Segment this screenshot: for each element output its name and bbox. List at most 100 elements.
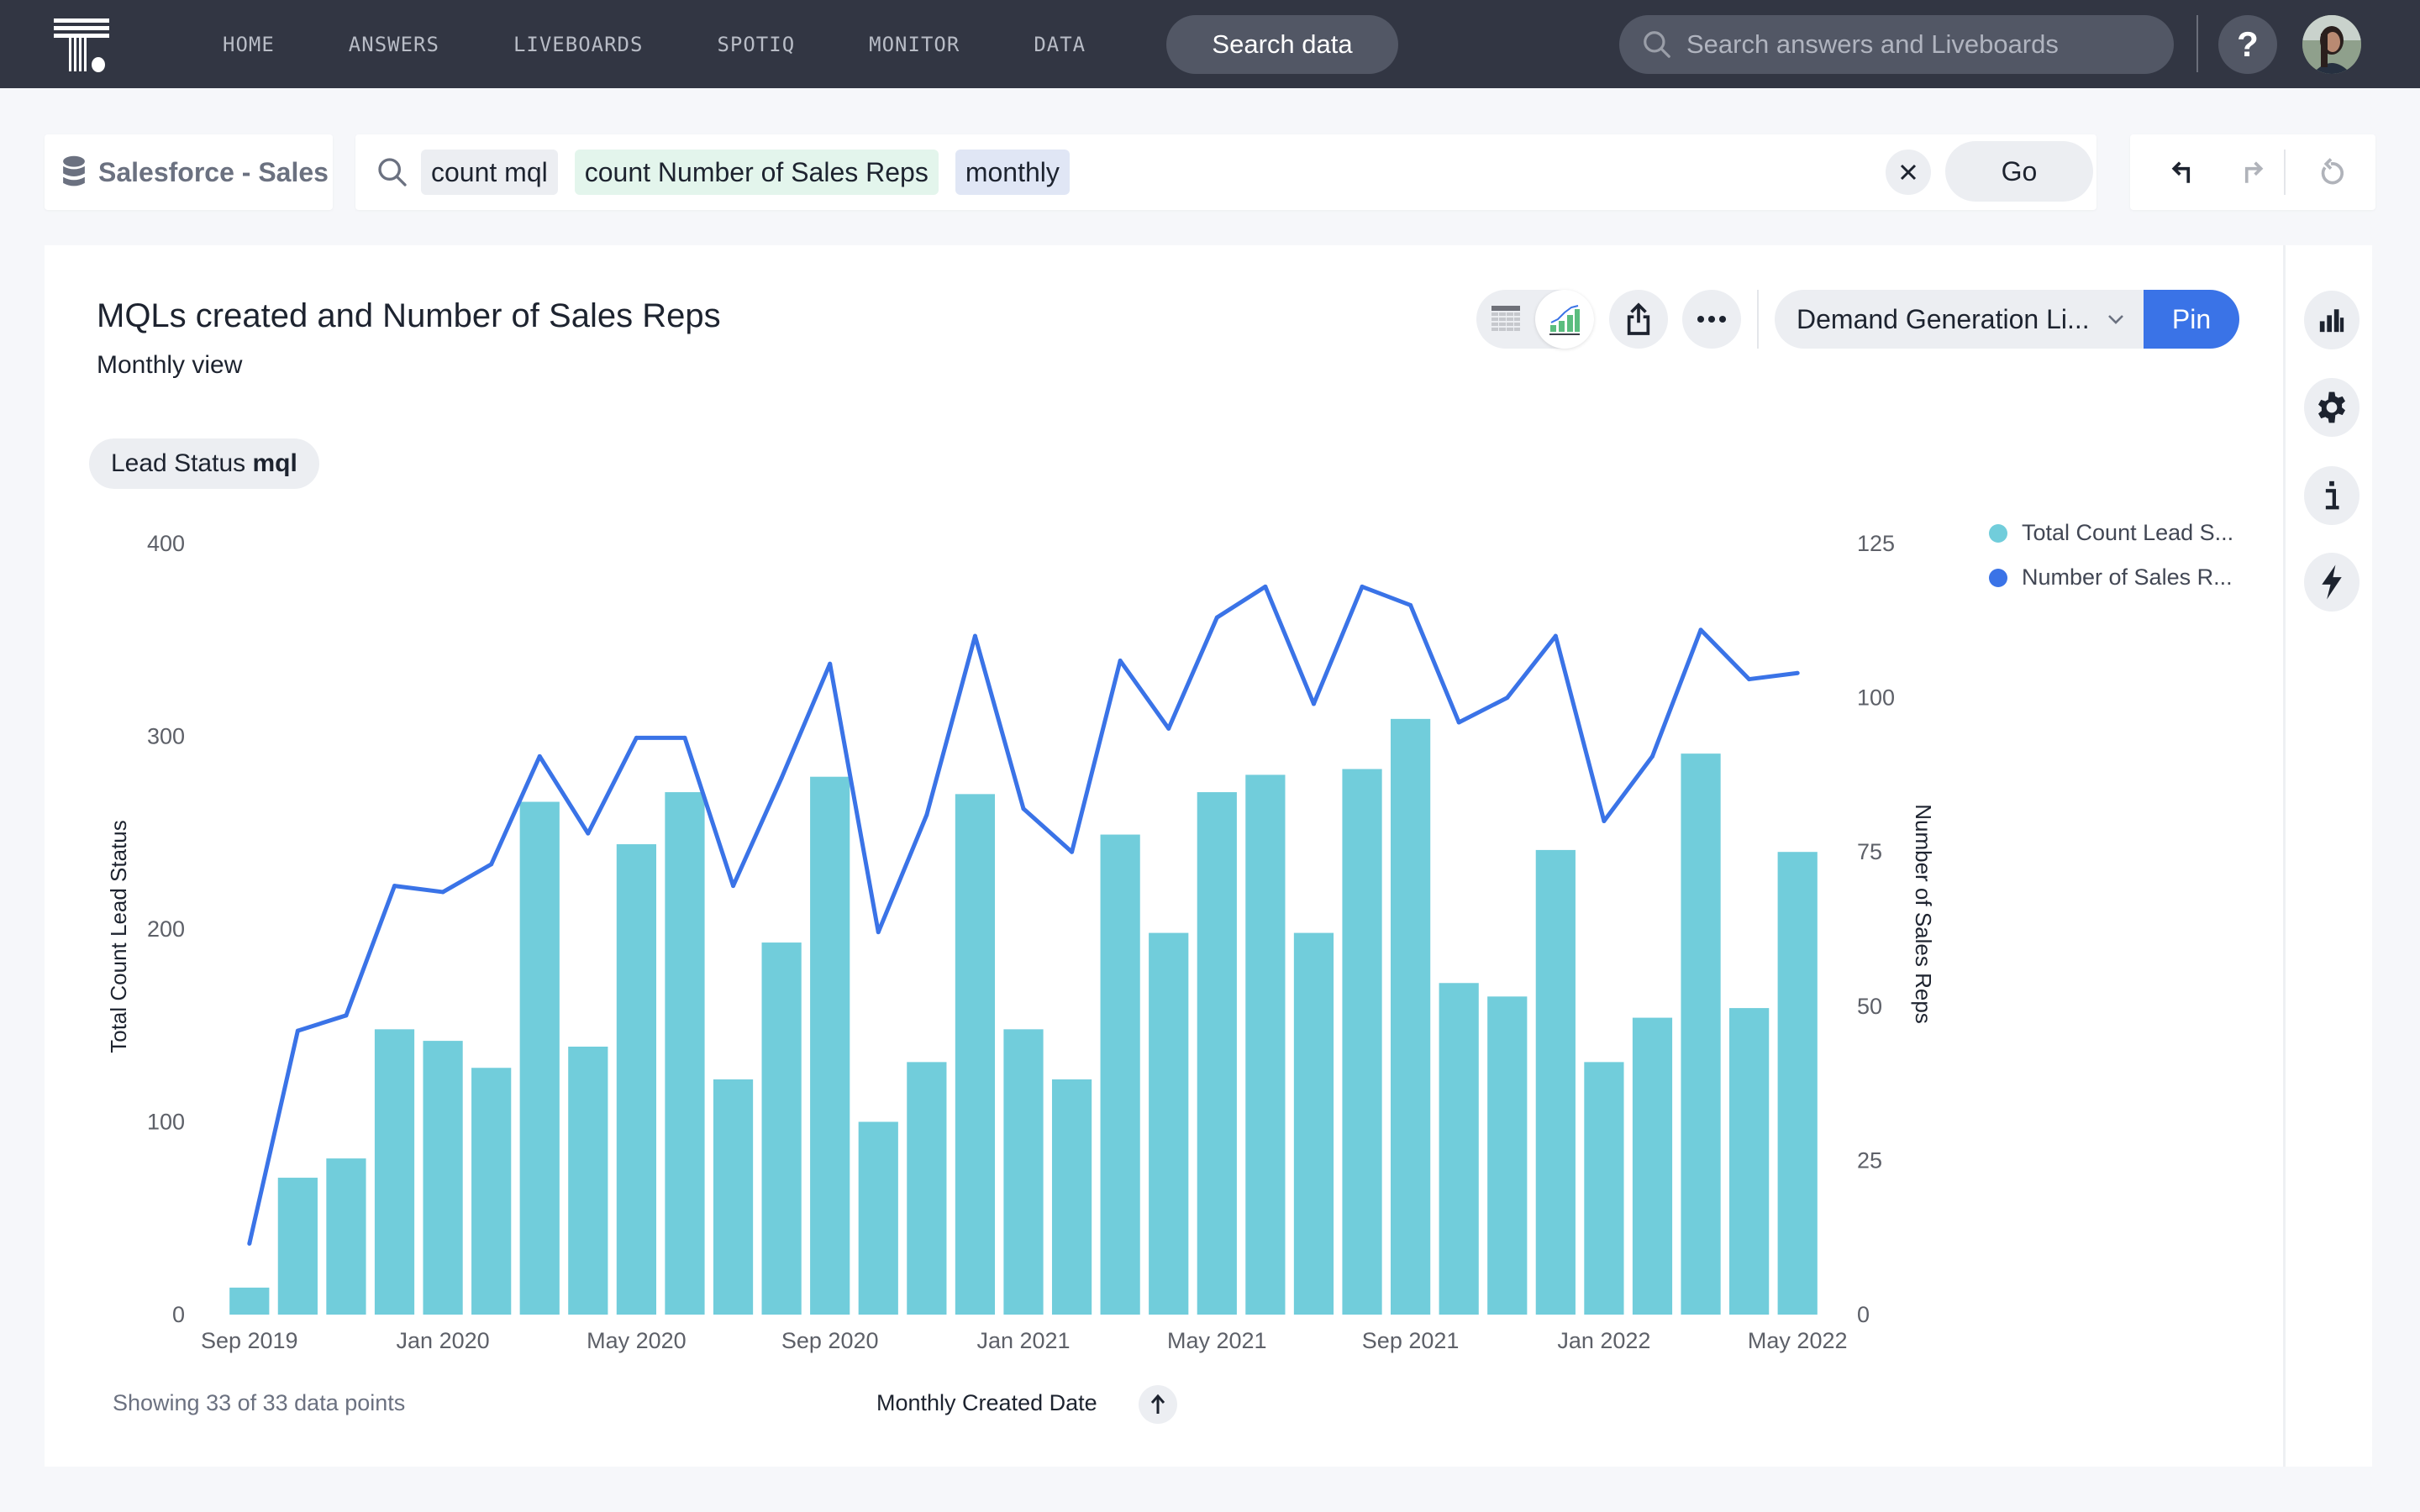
search-data-button[interactable]: Search data — [1166, 15, 1398, 74]
bar[interactable] — [277, 1178, 318, 1315]
bar[interactable] — [1681, 753, 1721, 1315]
bar[interactable] — [858, 1121, 898, 1315]
data-source-label: Salesforce - Sales — [98, 156, 329, 187]
liveboard-select-value: Demand Generation Li... — [1797, 303, 2090, 334]
nav-liveboards[interactable]: LIVEBOARDS — [513, 33, 644, 56]
bar[interactable] — [1051, 1079, 1092, 1315]
nav-spotiq[interactable]: SPOTIQ — [717, 33, 795, 56]
table-view-button[interactable] — [1476, 290, 1535, 349]
global-search-box[interactable] — [1619, 15, 2174, 74]
reset-icon — [2321, 158, 2344, 185]
bar[interactable] — [665, 792, 705, 1315]
bar[interactable] — [519, 801, 560, 1315]
bar[interactable] — [1777, 852, 1818, 1315]
data-source-selector[interactable]: Salesforce - Sales — [45, 134, 333, 210]
bar[interactable] — [1245, 774, 1286, 1315]
chevron-down-icon — [2108, 315, 2123, 324]
table-icon — [1491, 306, 1520, 331]
answer-title[interactable]: MQLs created and Number of Sales Reps — [97, 297, 721, 335]
bar[interactable] — [423, 1041, 463, 1315]
bar[interactable] — [326, 1158, 366, 1315]
bar[interactable] — [713, 1079, 754, 1315]
bar[interactable] — [1584, 1062, 1624, 1315]
sort-button[interactable] — [1139, 1385, 1177, 1424]
legend-label: Number of Sales R... — [2022, 564, 2233, 590]
lightning-icon — [2322, 564, 2342, 600]
bar[interactable] — [955, 794, 996, 1315]
bar[interactable] — [1003, 1029, 1044, 1315]
help-button[interactable]: ? — [2218, 15, 2277, 74]
gear-icon — [2318, 391, 2345, 423]
legend-label: Total Count Lead S... — [2022, 520, 2233, 545]
answer-subtitle[interactable]: Monthly view — [97, 351, 242, 380]
chart-config-button[interactable] — [2304, 291, 2360, 349]
global-search-input[interactable] — [1686, 29, 2157, 60]
spotiq-analyze-button[interactable] — [2304, 553, 2360, 612]
bar[interactable] — [1391, 718, 1431, 1315]
share-icon — [1627, 302, 1650, 335]
filter-chip[interactable]: Lead Status mql — [89, 438, 319, 489]
search-query-box[interactable]: count mql count Number of Sales Reps mon… — [355, 134, 2096, 210]
bar[interactable] — [568, 1046, 608, 1315]
reset-button[interactable] — [2310, 151, 2352, 193]
database-icon — [63, 155, 85, 186]
bar[interactable] — [1487, 996, 1528, 1315]
settings-button[interactable] — [2304, 378, 2360, 437]
bar[interactable] — [471, 1068, 512, 1315]
right-rail — [2283, 245, 2372, 1467]
search-icon — [1644, 31, 1670, 58]
filter-label: Lead Status — [111, 449, 246, 477]
undo-button[interactable] — [2164, 151, 2206, 193]
bar[interactable] — [229, 1287, 270, 1315]
legend-marker — [1989, 569, 2007, 587]
bar[interactable] — [1439, 983, 1479, 1315]
search-icon — [378, 158, 407, 186]
liveboard-select[interactable]: Demand Generation Li... — [1775, 290, 2144, 349]
bar[interactable] — [374, 1029, 415, 1315]
help-icon: ? — [2237, 24, 2259, 64]
bar[interactable] — [1197, 792, 1237, 1315]
nav-home[interactable]: HOME — [223, 33, 275, 56]
nav-divider — [2196, 15, 2198, 72]
redo-button[interactable] — [2229, 151, 2271, 193]
bar[interactable] — [1100, 834, 1140, 1315]
info-button[interactable] — [2304, 466, 2360, 525]
bar[interactable] — [1729, 1008, 1770, 1315]
data-points-count: Showing 33 of 33 data points — [113, 1390, 406, 1415]
legend-item-bars[interactable]: Total Count Lead S... — [1989, 520, 2233, 545]
nav-answers[interactable]: ANSWERS — [349, 33, 439, 56]
more-icon — [1697, 316, 1726, 323]
toolbar-divider — [1757, 290, 1759, 349]
legend-item-line[interactable]: Number of Sales R... — [1989, 564, 2233, 590]
go-button[interactable]: Go — [1945, 141, 2093, 202]
search-token[interactable]: count Number of Sales Reps — [574, 150, 939, 195]
nav-data[interactable]: DATA — [1034, 33, 1086, 56]
bar[interactable] — [1149, 932, 1189, 1315]
bar[interactable] — [1632, 1017, 1673, 1315]
history-controls — [2130, 134, 2375, 210]
bar[interactable] — [616, 844, 656, 1315]
visualization-toggle — [1476, 290, 1594, 349]
pin-button[interactable]: Pin — [2144, 290, 2239, 349]
clear-search-button[interactable] — [1886, 150, 1931, 195]
chart-type-icon — [1549, 305, 1580, 335]
x-axis-title[interactable]: Monthly Created Date — [876, 1390, 1097, 1416]
search-token[interactable]: count mql — [421, 150, 558, 195]
bar-chart-icon — [2319, 309, 2344, 333]
bar[interactable] — [810, 776, 850, 1315]
chart-view-button[interactable] — [1535, 290, 1594, 349]
bar[interactable] — [1535, 849, 1576, 1315]
user-avatar[interactable] — [2302, 15, 2361, 74]
share-button[interactable] — [1609, 290, 1668, 349]
bar[interactable] — [1342, 769, 1382, 1315]
history-divider — [2284, 150, 2286, 195]
bar[interactable] — [907, 1062, 947, 1315]
nav-monitor[interactable]: MONITOR — [869, 33, 960, 56]
search-token[interactable]: monthly — [955, 150, 1070, 195]
undo-icon — [2171, 161, 2191, 183]
more-options-button[interactable] — [1682, 290, 1741, 349]
top-navigation-bar: HOME ANSWERS LIVEBOARDS SPOTIQ MONITOR D… — [0, 0, 2420, 88]
thoughtspot-logo-icon[interactable] — [54, 18, 109, 74]
bar[interactable] — [761, 942, 802, 1315]
bar[interactable] — [1293, 932, 1334, 1315]
